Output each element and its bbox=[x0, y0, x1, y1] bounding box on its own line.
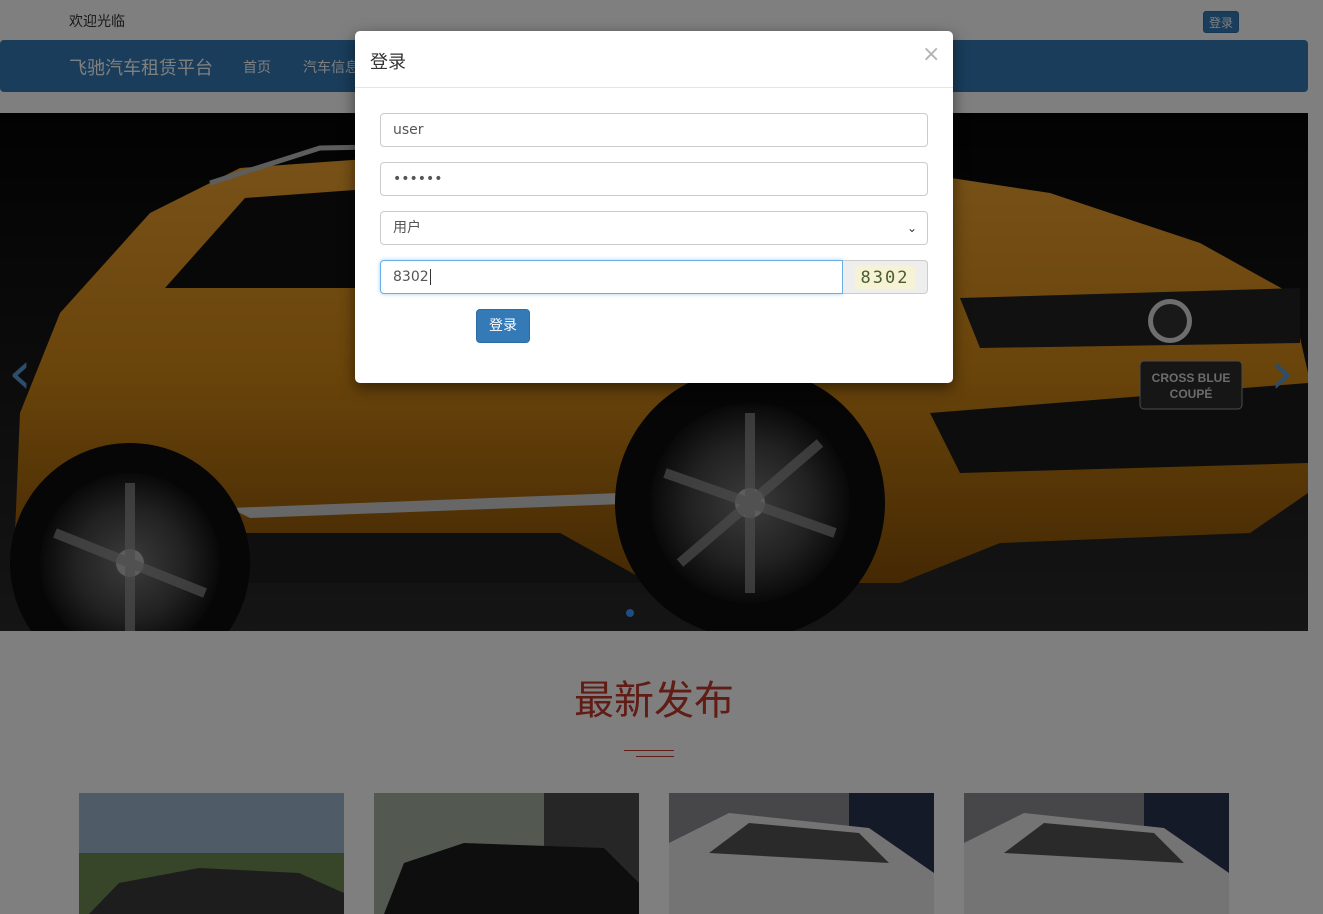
modal-title: 登录 bbox=[370, 52, 406, 73]
captcha-addon[interactable]: 8302 bbox=[843, 260, 928, 294]
password-mask: •••••• bbox=[393, 171, 443, 187]
role-select[interactable]: 用户 ⌄ bbox=[380, 211, 928, 245]
captcha-image[interactable]: 8302 bbox=[855, 266, 915, 290]
close-icon[interactable]: × bbox=[922, 44, 940, 66]
modal-header: 登录 × bbox=[355, 31, 953, 88]
login-modal: 登录 × user •••••• 用户 ⌄ 8302 8302 登录 bbox=[355, 31, 953, 383]
role-selected-value: 用户 bbox=[393, 220, 421, 236]
captcha-input-value: 8302 bbox=[393, 269, 429, 285]
login-submit-button[interactable]: 登录 bbox=[476, 309, 530, 343]
chevron-down-icon: ⌄ bbox=[906, 221, 917, 235]
username-input[interactable]: user bbox=[380, 113, 928, 147]
captcha-input[interactable]: 8302 bbox=[380, 260, 843, 294]
password-input[interactable]: •••••• bbox=[380, 162, 928, 196]
